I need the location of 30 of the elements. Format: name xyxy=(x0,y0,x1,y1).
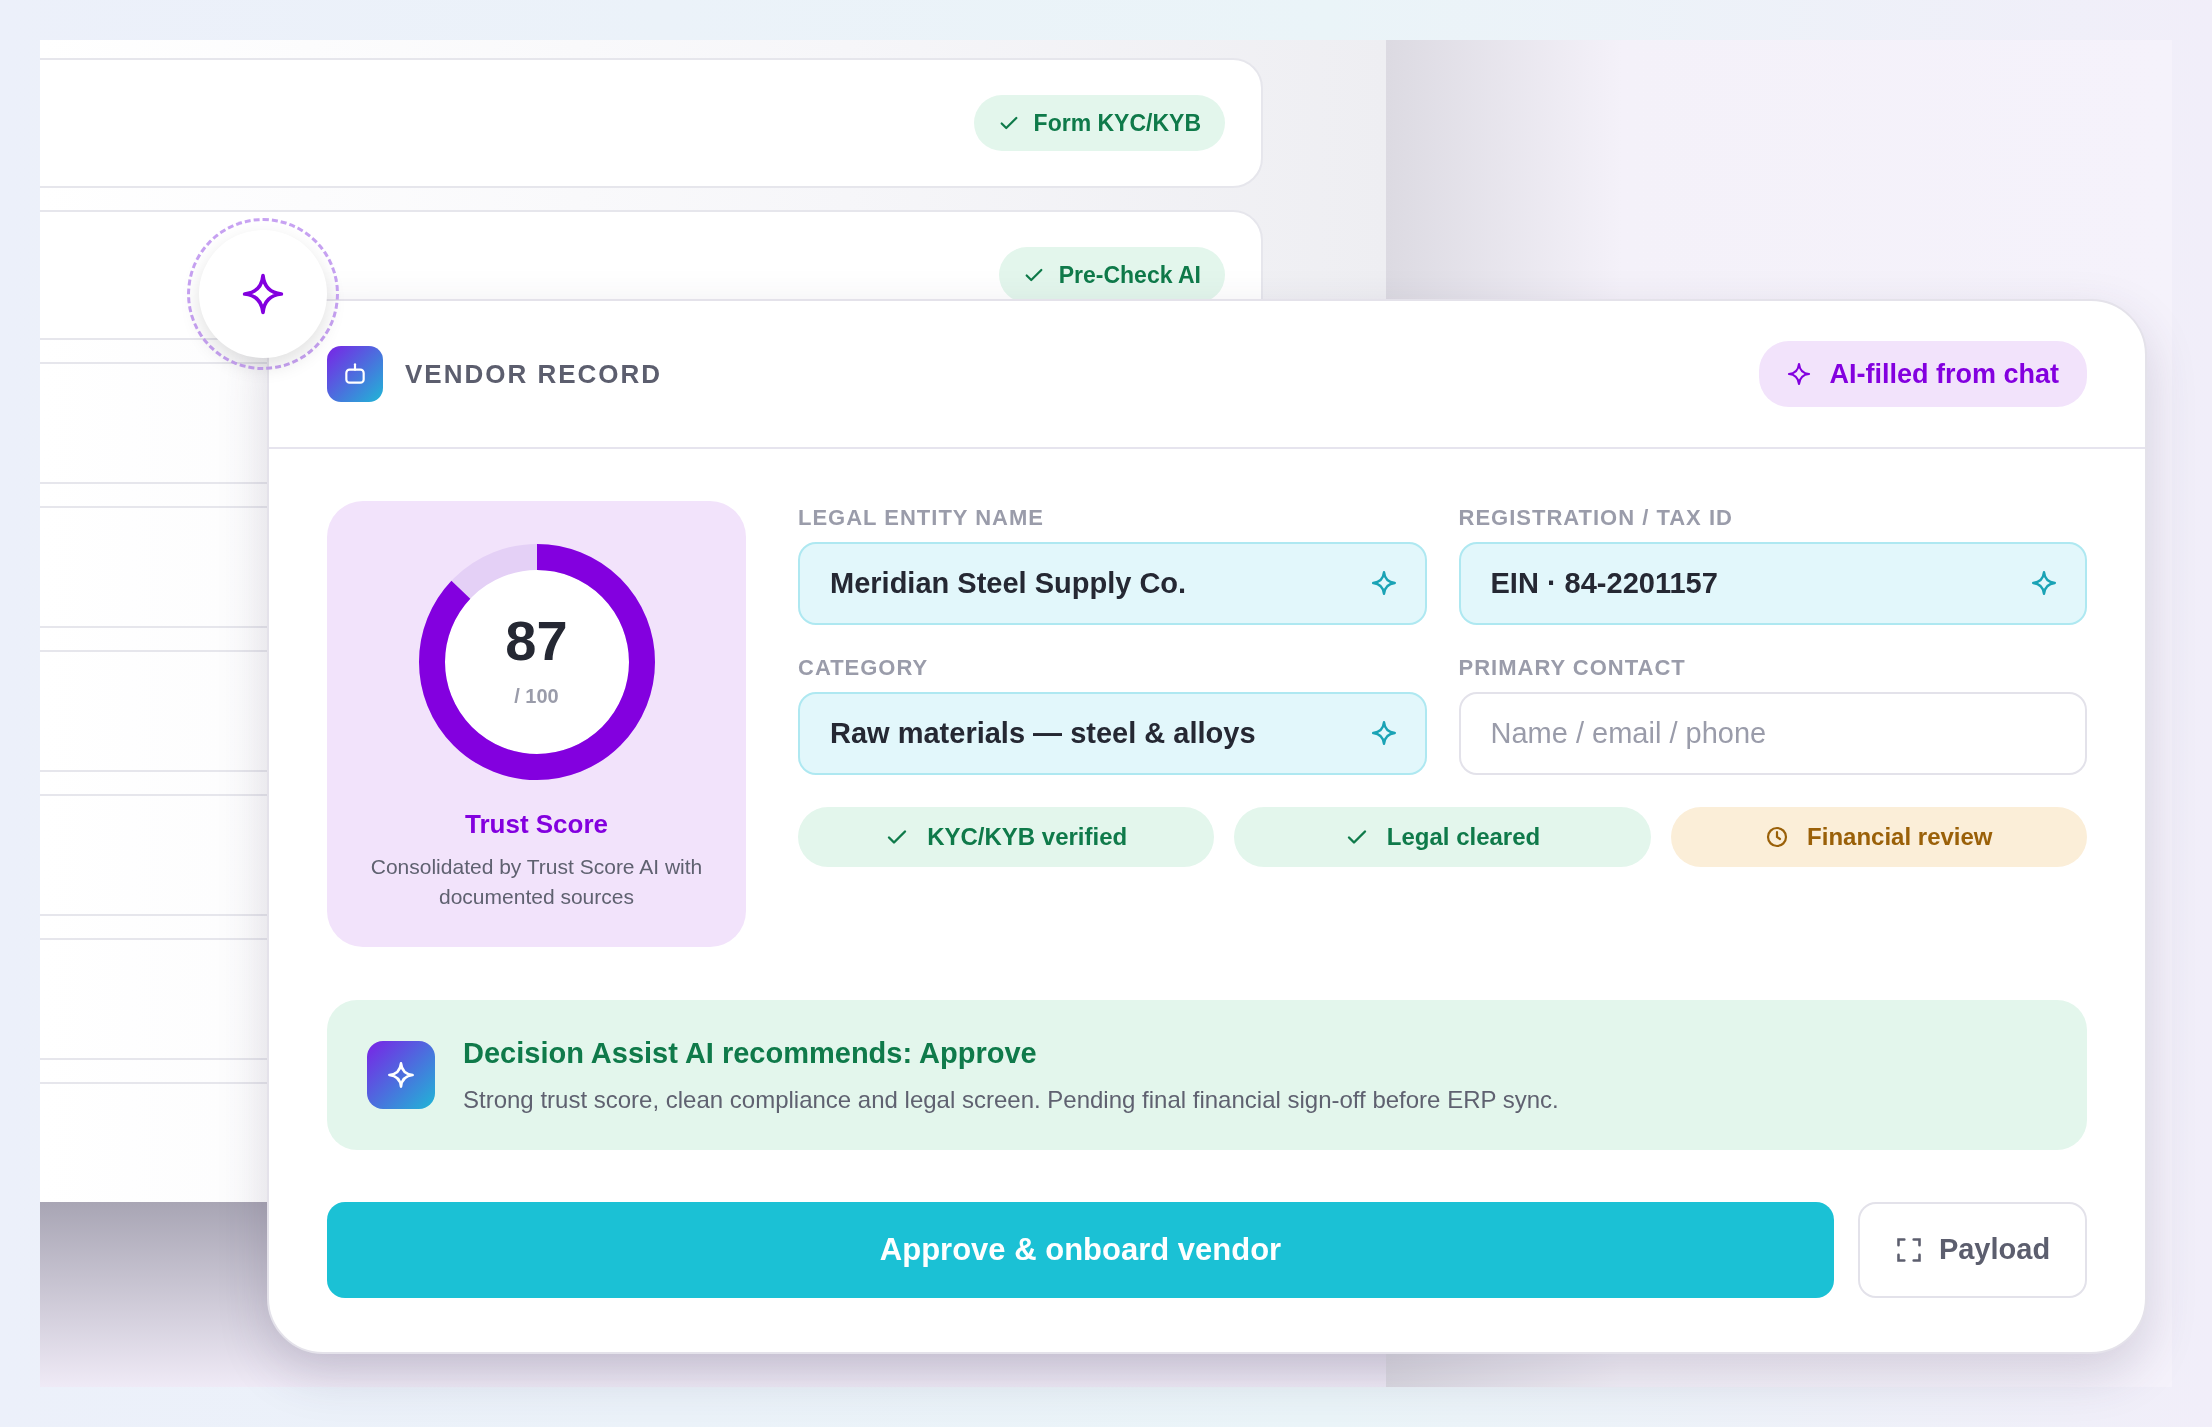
ai-filled-badge: AI-filled from chat xyxy=(1759,340,2087,408)
field-label: REGISTRATION / TAX ID xyxy=(1458,504,1734,532)
card-title: VENDOR RECORD xyxy=(405,357,663,391)
field-label: PRIMARY CONTACT xyxy=(1458,654,1687,682)
sparkle-icon xyxy=(2031,570,2057,596)
recommendation-title: Decision Assist AI recommends: Approve xyxy=(463,1036,1038,1072)
recommendation-text: Strong trust score, clean compliance and legal screen. Pending final financial sign-off before ERP sync. xyxy=(463,1084,1559,1115)
status-pill: Legal cleared xyxy=(1234,807,1651,867)
score-description: Consolidated by Trust Score AI with documented sources xyxy=(369,854,704,911)
sparkle-icon xyxy=(1787,362,1812,386)
score-value: 87 xyxy=(505,613,568,669)
status-pill: Financial review xyxy=(1670,807,2087,867)
input-field[interactable]: EIN · 84-2201157 xyxy=(1458,542,2087,625)
input-field[interactable]: Raw materials — steel & alloys xyxy=(798,692,1427,775)
input-field[interactable]: Meridian Steel Supply Co. xyxy=(798,542,1427,625)
field-label: LEGAL ENTITY NAME xyxy=(798,504,1045,532)
sparkle-icon xyxy=(387,1061,415,1089)
score-title: Trust Score xyxy=(464,808,609,841)
sparkle-icon xyxy=(241,272,285,316)
app-logo xyxy=(327,346,383,402)
clock-icon xyxy=(1765,825,1790,849)
sparkle-icon xyxy=(1370,570,1397,596)
status-badge: Form KYC/KYB xyxy=(973,94,1225,152)
input-field[interactable]: Name / email / phone xyxy=(1458,692,2087,775)
field-label: CATEGORY xyxy=(798,654,930,682)
payload-button[interactable]: Payload xyxy=(1858,1202,2087,1298)
sparkle-icon xyxy=(1370,720,1397,746)
expand-icon xyxy=(1894,1236,1923,1264)
score-scale: / 100 xyxy=(514,684,559,709)
status-pill: KYC/KYB verified xyxy=(798,807,1215,867)
